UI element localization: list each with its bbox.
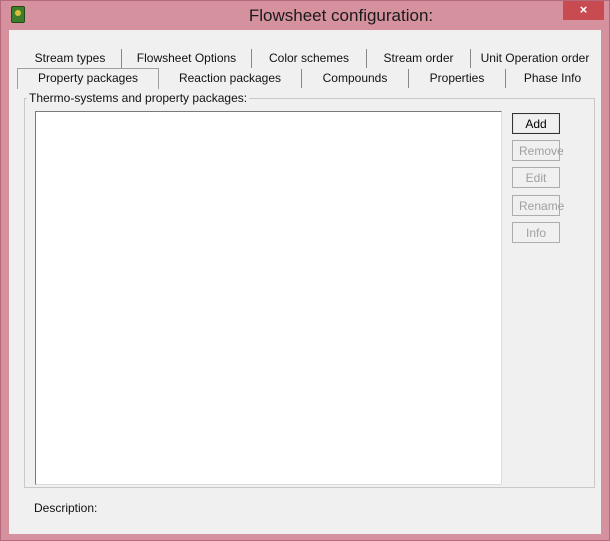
- edit-button[interactable]: Edit: [512, 167, 560, 188]
- window-title: Flowsheet configuration:: [248, 6, 434, 25]
- info-button[interactable]: Info: [512, 222, 560, 243]
- thermo-systems-label: Thermo-systems and property packages:: [27, 91, 250, 105]
- tab-phase-info[interactable]: Phase Info: [506, 69, 599, 88]
- add-button[interactable]: Add: [512, 113, 560, 134]
- tab-property-packages[interactable]: Property packages: [17, 68, 159, 89]
- dialog-client-area: Stream types Flowsheet Options Color sch…: [9, 30, 601, 534]
- title-bar[interactable]: Flowsheet configuration: ×: [1, 1, 609, 30]
- tab-reaction-packages[interactable]: Reaction packages: [159, 69, 302, 88]
- tab-unit-operation-order[interactable]: Unit Operation order: [471, 49, 599, 68]
- rename-button[interactable]: Rename: [512, 195, 564, 216]
- flowsheet-config-window: Flowsheet configuration: × Stream types …: [0, 0, 610, 541]
- tab-row-2: Property packages Reaction packages Comp…: [9, 68, 601, 89]
- description-label: Description:: [34, 501, 98, 515]
- close-icon[interactable]: ×: [563, 1, 604, 20]
- app-icon: [11, 6, 25, 23]
- tab-compounds[interactable]: Compounds: [302, 69, 409, 88]
- tab-properties[interactable]: Properties: [409, 69, 506, 88]
- tab-color-schemes[interactable]: Color schemes: [252, 49, 367, 68]
- remove-button[interactable]: Remove: [512, 140, 564, 161]
- tab-stream-types[interactable]: Stream types: [19, 49, 122, 68]
- property-packages-list[interactable]: [35, 111, 502, 485]
- tab-stream-order[interactable]: Stream order: [367, 49, 471, 68]
- tab-flowsheet-options[interactable]: Flowsheet Options: [122, 49, 252, 68]
- tab-row-1: Stream types Flowsheet Options Color sch…: [9, 49, 601, 68]
